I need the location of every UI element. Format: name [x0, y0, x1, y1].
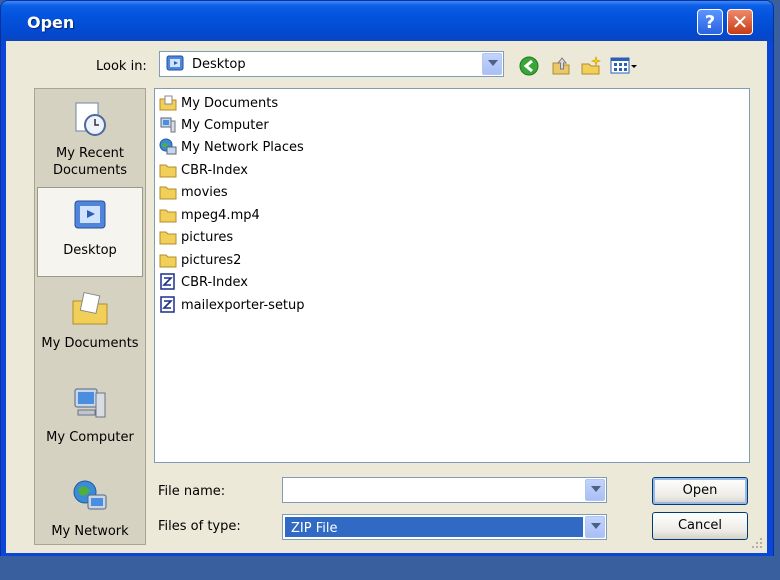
open-dialog: Open ? ✕ Look in: Desktop My Recent Docu… [0, 0, 774, 558]
zip-file-icon [160, 296, 175, 313]
resize-grip-icon[interactable] [751, 537, 763, 549]
close-button[interactable]: ✕ [727, 9, 753, 35]
look-in-label: Look in: [96, 59, 147, 74]
desktop-icon [166, 55, 184, 71]
place-my-computer[interactable]: My Computer [37, 375, 143, 465]
my-documents-icon [72, 291, 108, 325]
file-type-dropdown-button[interactable] [585, 516, 605, 538]
chevron-down-icon [591, 523, 601, 529]
place-desktop[interactable]: Desktop [37, 187, 143, 277]
my-documents-icon [159, 95, 177, 111]
file-type-value: ZIP File [291, 521, 338, 536]
folder-icon [159, 186, 177, 200]
up-folder-icon[interactable] [550, 55, 572, 77]
look-in-value: Desktop [192, 57, 246, 72]
chevron-down-icon [591, 486, 601, 492]
file-name-label: mailexporter-setup [181, 298, 305, 313]
place-label: My Computer [46, 430, 134, 445]
cancel-button[interactable]: Cancel [652, 512, 748, 540]
dialog-client-area: Look in: Desktop My Recent Documents Des… [6, 41, 767, 553]
recent-documents-icon [75, 102, 106, 136]
open-button[interactable]: Open [652, 477, 748, 505]
file-type-combo[interactable]: ZIP File [282, 514, 607, 540]
chevron-down-icon [488, 60, 498, 66]
place-recent-documents[interactable]: My Recent Documents [37, 91, 143, 181]
file-type-selection: ZIP File [285, 517, 583, 537]
place-label: My Network [51, 524, 129, 539]
folder-icon [159, 254, 177, 268]
look-in-dropdown-button[interactable] [482, 53, 502, 75]
file-type-label: Files of type: [158, 519, 241, 534]
file-name-label: File name: [158, 484, 226, 499]
back-icon[interactable] [518, 55, 540, 77]
file-list[interactable]: My Documents My Computer My Network Plac… [154, 88, 750, 463]
desktop-background [0, 556, 780, 580]
file-name-label: My Documents [181, 96, 279, 111]
my-computer-icon [160, 117, 176, 133]
file-name-label: My Computer [181, 118, 269, 133]
file-name-dropdown-button[interactable] [585, 479, 605, 501]
window-title: Open [27, 13, 75, 32]
file-name-label: CBR-Index [181, 275, 248, 290]
help-button[interactable]: ? [697, 9, 723, 35]
file-name-label: pictures2 [181, 253, 242, 268]
look-in-combo[interactable]: Desktop [159, 51, 504, 77]
folder-icon [159, 209, 177, 223]
place-my-documents[interactable]: My Documents [37, 281, 143, 371]
place-my-network[interactable]: My Network [37, 469, 143, 559]
folder-icon [159, 164, 177, 178]
folder-icon [159, 231, 177, 245]
my-network-icon [73, 480, 107, 510]
views-menu-icon[interactable] [610, 55, 638, 77]
new-folder-icon[interactable] [580, 55, 602, 77]
place-label: Desktop [63, 243, 117, 258]
file-name-label: pictures [181, 230, 234, 245]
places-bar: My Recent Documents Desktop My Documents [34, 88, 146, 545]
title-bar[interactable]: Open ? ✕ [1, 1, 773, 41]
my-computer-icon [74, 388, 106, 418]
file-name-label: My Network Places [181, 140, 304, 155]
network-places-icon [159, 138, 177, 155]
place-label: My Recent Documents [52, 146, 128, 178]
desktop-icon [74, 200, 106, 229]
zip-file-icon [160, 273, 175, 290]
file-name-label: mpeg4.mp4 [181, 208, 260, 223]
place-label: My Documents [41, 336, 139, 351]
file-name-input[interactable] [282, 477, 607, 503]
file-name-label: movies [181, 185, 228, 200]
file-name-label: CBR-Index [181, 163, 248, 178]
